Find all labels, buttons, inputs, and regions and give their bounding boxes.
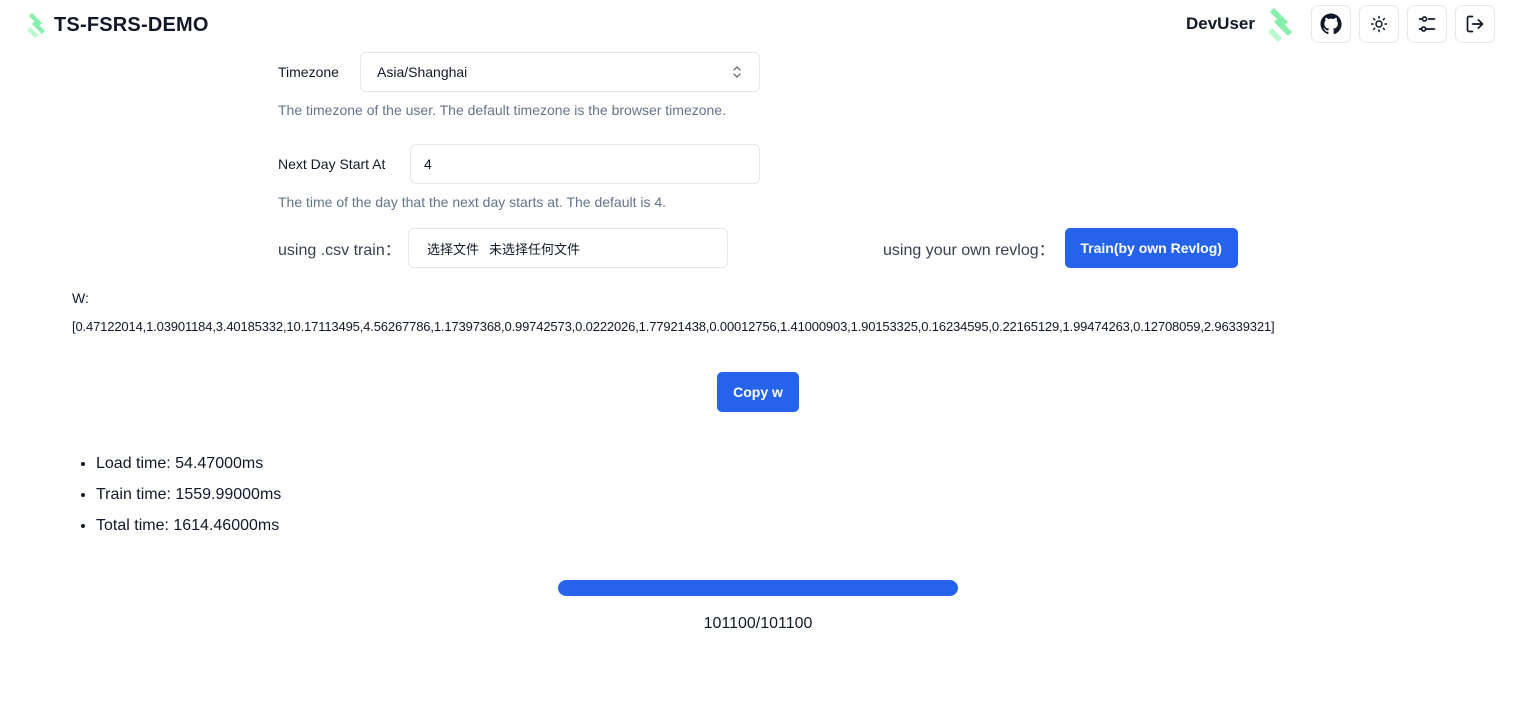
timing-stats-list: Load time: 54.47000ms Train time: 1559.9…	[96, 455, 281, 548]
user-name: DevUser	[1186, 14, 1255, 33]
weights-values: [0.47122014,1.03901184,3.40185332,10.171…	[72, 319, 1275, 334]
timezone-value: Asia/Shanghai	[377, 64, 468, 80]
timezone-select[interactable]: Asia/Shanghai	[360, 52, 760, 92]
github-button[interactable]	[1311, 5, 1351, 43]
next-day-row: Next Day Start At 4	[278, 144, 760, 184]
load-time-item: Load time: 54.47000ms	[96, 455, 281, 473]
timezone-row: Timezone Asia/Shanghai	[278, 52, 760, 92]
logout-button[interactable]	[1455, 5, 1495, 43]
next-day-help: The time of the day that the next day st…	[278, 194, 667, 210]
total-time-item: Total time: 1614.46000ms	[96, 517, 281, 535]
sliders-icon	[1418, 16, 1436, 32]
timezone-help: The timezone of the user. The default ti…	[278, 102, 726, 118]
github-icon	[1320, 13, 1342, 35]
csv-train-label: using .csv train：	[278, 242, 401, 259]
sun-icon	[1370, 15, 1388, 33]
header-user-area: DevUser	[1186, 5, 1495, 43]
training-progress-bar	[558, 580, 958, 596]
next-day-input[interactable]: 4	[410, 144, 760, 184]
revlog-train-row: using your own revlog： Train(by own Revl…	[883, 228, 1238, 268]
revlog-train-label: using your own revlog：	[883, 242, 1055, 259]
app-title: TS-FSRS-DEMO	[54, 13, 209, 36]
settings-button[interactable]	[1407, 5, 1447, 43]
app-logo[interactable]: TS-FSRS-DEMO	[28, 11, 209, 39]
choose-file-button[interactable]: 选择文件	[427, 239, 479, 258]
progress-text: 101100/101100	[703, 615, 813, 632]
csv-train-row: using .csv train： 选择文件 未选择任何文件	[278, 228, 728, 268]
copy-weights-button[interactable]: Copy w	[717, 372, 799, 412]
next-day-label: Next Day Start At	[278, 156, 386, 172]
next-day-value: 4	[424, 156, 432, 172]
train-time-item: Train time: 1559.99000ms	[96, 486, 281, 504]
chevron-up-down-icon	[733, 66, 741, 78]
progress-fill	[558, 580, 958, 596]
user-avatar-icon[interactable]	[1269, 6, 1295, 42]
train-revlog-button[interactable]: Train(by own Revlog)	[1064, 228, 1238, 268]
logout-icon	[1466, 15, 1484, 33]
weights-label: W:	[72, 290, 89, 306]
app-page: TS-FSRS-DEMO DevUser Timezone Asia/Shang…	[0, 0, 1515, 704]
csv-file-input[interactable]: 选择文件 未选择任何文件	[408, 228, 728, 268]
logo-stripes-icon	[28, 13, 45, 38]
file-status: 未选择任何文件	[489, 241, 581, 257]
timezone-label: Timezone	[278, 64, 339, 80]
theme-toggle-button[interactable]	[1359, 5, 1399, 43]
